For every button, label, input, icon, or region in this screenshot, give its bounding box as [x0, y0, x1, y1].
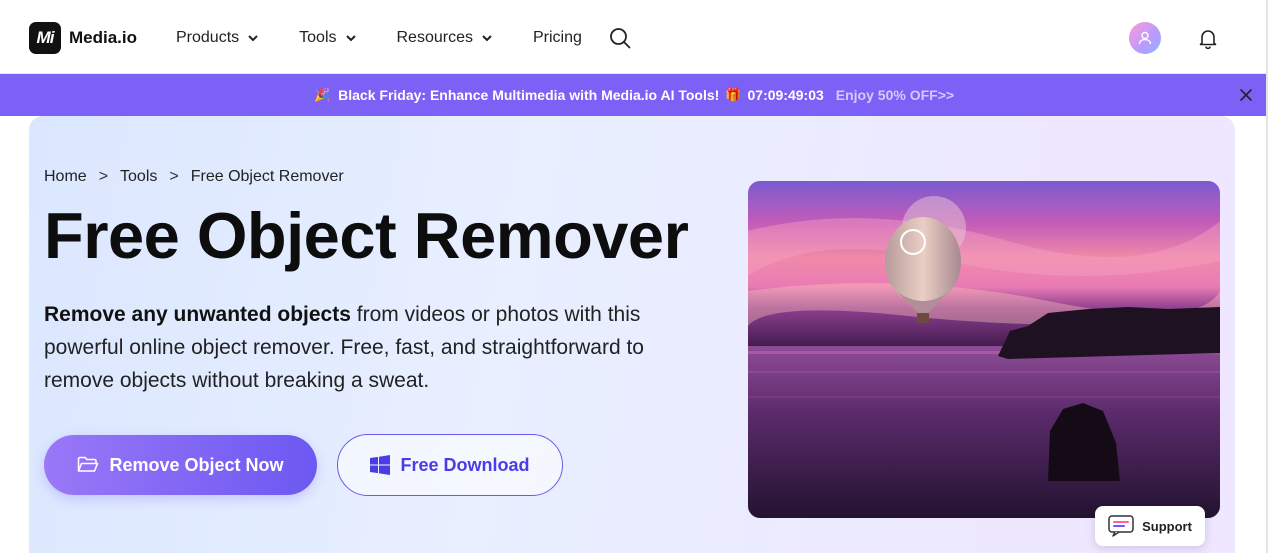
promo-text: Black Friday: Enhance Multimedia with Me… — [338, 87, 720, 103]
remove-object-now-button[interactable]: Remove Object Now — [44, 435, 317, 495]
promo-timer: 07:09:49:03 — [747, 87, 824, 103]
nav-products-label: Products — [176, 29, 240, 46]
breadcrumb: Home > Tools > Free Object Remover — [44, 168, 344, 186]
support-button[interactable]: Support — [1095, 506, 1205, 546]
top-navbar: Mi Media.io Products Tools Resources Pri… — [0, 0, 1268, 74]
search-icon[interactable] — [609, 27, 631, 49]
remove-object-now-label: Remove Object Now — [109, 454, 284, 475]
hero-description: Remove any unwanted objects from videos … — [44, 298, 704, 397]
chevron-down-icon — [482, 35, 492, 42]
logo-text: Media.io — [69, 28, 138, 47]
page-title: Free Object Remover — [44, 199, 689, 272]
nav-products[interactable]: Products — [176, 26, 259, 50]
main-nav: Products Tools Resources Pricing — [176, 26, 622, 50]
nav-resources-label: Resources — [396, 29, 473, 46]
free-download-label: Free Download — [400, 454, 530, 475]
logo-mark-icon: Mi — [29, 22, 61, 54]
breadcrumb-home[interactable]: Home — [44, 168, 87, 186]
breadcrumb-current: Free Object Remover — [190, 168, 344, 185]
party-popper-icon: 🎉 — [313, 87, 331, 102]
nav-tools[interactable]: Tools — [299, 26, 356, 50]
logo[interactable]: Mi Media.io — [29, 22, 137, 54]
breadcrumb-separator: > — [169, 168, 179, 185]
promo-banner: 🎉 Black Friday: Enhance Multimedia with … — [0, 74, 1268, 116]
hero-image — [748, 181, 1220, 518]
close-icon[interactable] — [1238, 87, 1254, 103]
windows-icon — [370, 455, 391, 475]
gift-icon: 🎁 — [725, 87, 742, 102]
folder-open-icon — [78, 456, 99, 472]
chevron-down-icon — [345, 35, 356, 42]
chat-bubble-icon — [1108, 515, 1134, 537]
avatar[interactable] — [1129, 22, 1161, 54]
user-icon — [1138, 31, 1152, 45]
chevron-down-icon — [248, 35, 258, 42]
breadcrumb-tools[interactable]: Tools — [120, 168, 157, 186]
hero-description-bold: Remove any unwanted objects — [44, 303, 351, 326]
nav-pricing[interactable]: Pricing — [533, 26, 582, 50]
breadcrumb-separator: > — [98, 168, 109, 185]
nav-resources[interactable]: Resources — [397, 26, 493, 50]
free-download-button[interactable]: Free Download — [337, 434, 563, 496]
bell-icon[interactable] — [1197, 27, 1219, 49]
support-label: Support — [1142, 518, 1192, 534]
promo-offer-link[interactable]: Enjoy 50% OFF>> — [836, 87, 954, 103]
nav-pricing-label: Pricing — [532, 29, 582, 46]
nav-tools-label: Tools — [299, 29, 337, 46]
balloon-sunset-illustration — [748, 181, 1220, 518]
